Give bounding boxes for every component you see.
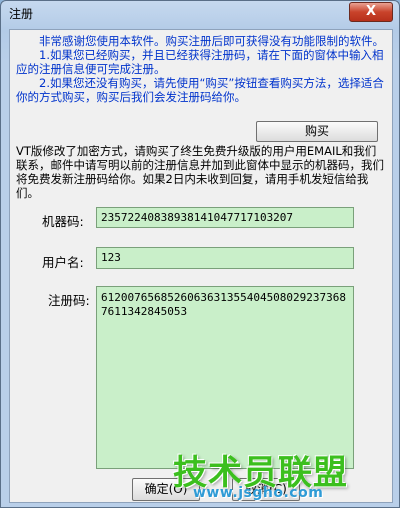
- regcode-label: 注册码:: [48, 293, 90, 308]
- notice-line-3: 2.如果您还没有购买，请先使用“购买”按钮查看购买方法，选择适合你的方式购买，购…: [16, 76, 384, 104]
- site-watermark: 技术员联盟 www.jsgho.com: [151, 445, 391, 507]
- title-bar[interactable]: 注册 X: [1, 1, 399, 25]
- purchase-notice: 非常感谢您使用本软件。购买注册后即可获得没有功能限制的软件。 1.如果您已经购买…: [16, 34, 386, 104]
- register-dialog: 注册 X 非常感谢您使用本软件。购买注册后即可获得没有功能限制的软件。 1.如果…: [0, 0, 400, 508]
- machine-code-field[interactable]: 23572240838938141047717103207: [96, 207, 354, 228]
- close-icon: X: [365, 4, 377, 19]
- regcode-field[interactable]: 6120076568526063631355404508029237368761…: [96, 286, 354, 469]
- window-title: 注册: [9, 7, 34, 21]
- watermark-url: www.jsgho.com: [193, 485, 324, 501]
- notice-line-2: 1.如果您已经购买，并且已经获得注册码，请在下面的窗体中输入相应的注册信息便可完…: [16, 48, 384, 76]
- notice-line-1: 非常感谢您使用本软件。购买注册后即可获得没有功能限制的软件。: [39, 34, 384, 48]
- dialog-body: 非常感谢您使用本软件。购买注册后即可获得没有功能限制的软件。 1.如果您已经购买…: [9, 29, 393, 503]
- username-label: 用户名:: [42, 255, 84, 270]
- machine-code-label: 机器码:: [42, 214, 84, 229]
- vt-version-notice: VT版修改了加密方式，请购买了终生免费升级版的用户用EMAIL和我们联系，邮件中…: [16, 144, 384, 200]
- buy-button[interactable]: 购买: [256, 121, 378, 142]
- close-button[interactable]: X: [349, 2, 393, 22]
- username-field[interactable]: 123: [96, 247, 354, 269]
